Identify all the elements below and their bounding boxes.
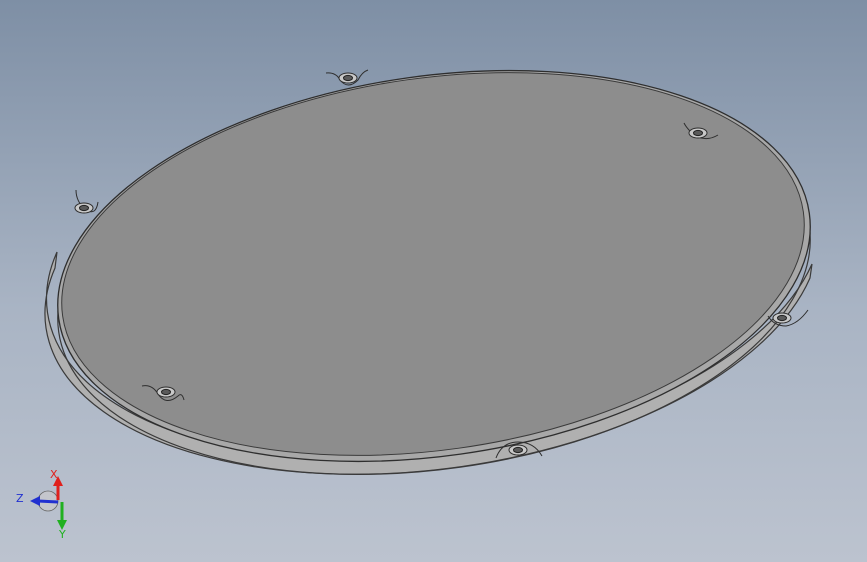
z-axis-line [37,499,59,504]
graphics-viewport[interactable]: X Y Z [0,0,867,562]
reference-triad[interactable]: X Y Z [16,468,67,541]
z-axis-arrow-icon [30,496,40,506]
x-axis-label: X [50,468,58,481]
z-axis-label: Z [16,492,24,505]
model-canvas[interactable]: X Y Z [0,0,867,562]
y-axis-label: Y [58,528,66,541]
countersunk-hole-icon[interactable] [325,69,369,86]
circular-plate[interactable] [32,25,836,520]
countersunk-hole-icon[interactable] [74,189,99,214]
